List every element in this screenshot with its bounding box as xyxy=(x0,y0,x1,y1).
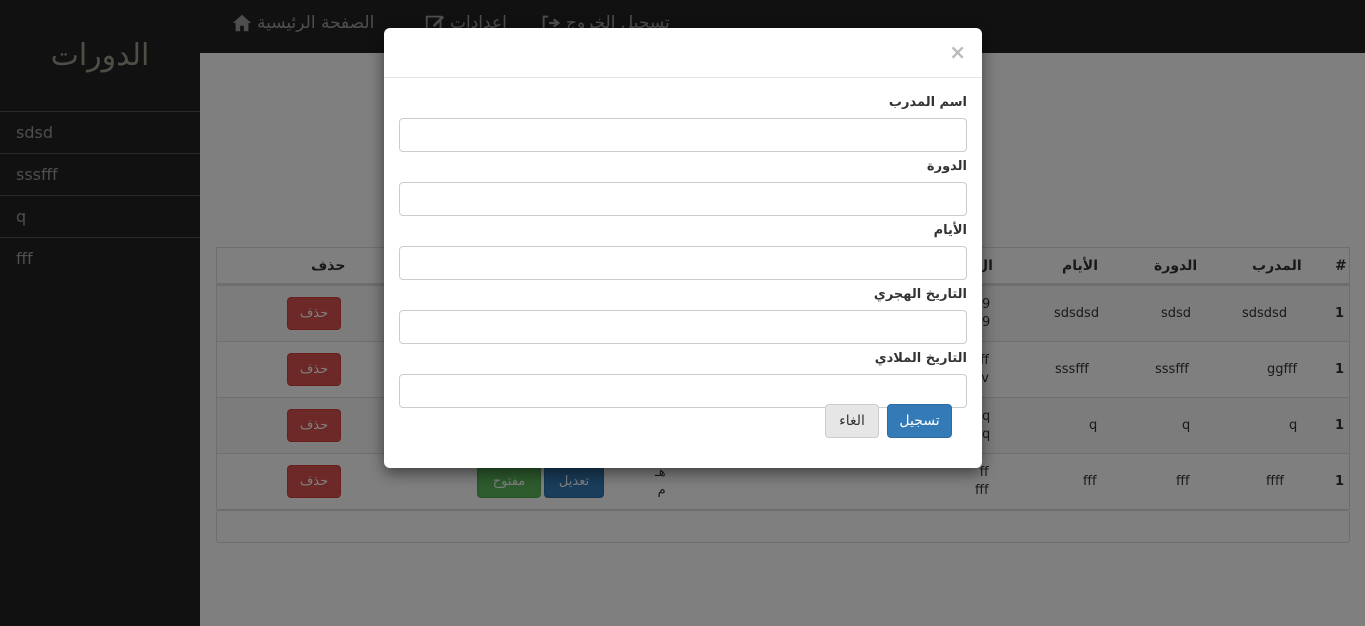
hijri-date-label: التاريخ الهجري xyxy=(873,287,967,302)
submit-button[interactable]: تسجيل xyxy=(887,404,952,438)
gregorian-date-input[interactable] xyxy=(399,374,967,408)
close-icon[interactable]: × xyxy=(949,42,966,62)
add-course-modal: × اسم المدرب الدورة الأيام التاريخ الهجر… xyxy=(384,28,982,468)
modal-header: × xyxy=(384,28,982,78)
course-input[interactable] xyxy=(399,182,967,216)
days-label: الأيام xyxy=(933,223,967,238)
course-label: الدورة xyxy=(926,159,967,174)
cancel-button[interactable]: الغاء xyxy=(825,404,879,438)
trainer-name-input[interactable] xyxy=(399,118,967,152)
gregorian-date-label: التاريخ الملادي xyxy=(874,351,967,366)
trainer-name-label: اسم المدرب xyxy=(888,95,967,110)
modal-body: اسم المدرب الدورة الأيام التاريخ الهجري … xyxy=(384,78,982,428)
modal-actions: تسجيل الغاء xyxy=(384,404,982,438)
hijri-date-input[interactable] xyxy=(399,310,967,344)
days-input[interactable] xyxy=(399,246,967,280)
